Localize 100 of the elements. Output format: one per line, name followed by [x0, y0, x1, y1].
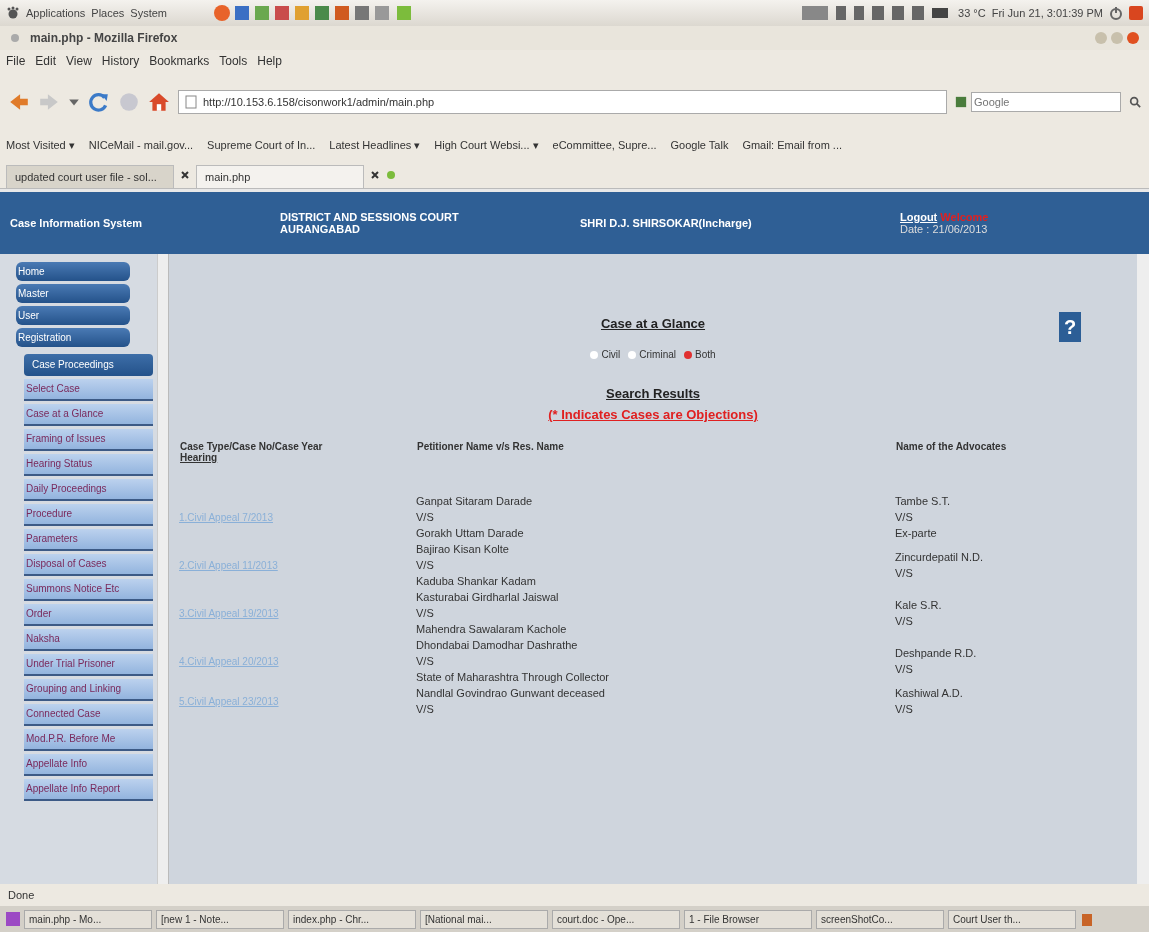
advocate-name: Zincurdepatil N.D.: [895, 550, 985, 565]
submenu-item[interactable]: Connected Case: [24, 704, 153, 726]
menu-button[interactable]: Master: [16, 284, 130, 303]
status-text: Done: [8, 889, 35, 901]
submenu-item[interactable]: Appellate Info: [24, 754, 153, 776]
menu-button[interactable]: User: [16, 306, 130, 325]
search-engine-icon[interactable]: [955, 95, 967, 109]
submenu-item[interactable]: Framing of Issues: [24, 429, 153, 451]
browser-tab[interactable]: updated court user file - sol...: [6, 165, 174, 188]
submenu-item[interactable]: Procedure: [24, 504, 153, 526]
submenu-item[interactable]: Case at a Glance: [24, 404, 153, 426]
advocate-name: Kashiwal A.D.: [895, 686, 964, 701]
user-name: SHRI D.J. SHIRSOKAR(Incharge): [580, 217, 753, 229]
court-name: AURANGABAD: [280, 223, 362, 235]
column-header: Case Type/Case No/Case Year: [180, 441, 323, 452]
menu-item[interactable]: History: [101, 54, 140, 68]
menu-button[interactable]: Registration: [16, 328, 130, 347]
power-icon[interactable]: [1109, 6, 1123, 20]
submenu-item[interactable]: Naksha: [24, 629, 153, 651]
submenu-item[interactable]: Hearing Status: [24, 454, 153, 476]
menu-item[interactable]: Help: [257, 54, 282, 68]
clock-text[interactable]: Fri Jun 21, 3:01:39 PM: [991, 7, 1103, 19]
launcher-icons-drawing[interactable]: [213, 4, 414, 22]
panel-menu[interactable]: System: [130, 7, 168, 19]
status-text: Welcome: [940, 211, 989, 223]
submenu-item[interactable]: Grouping and Linking: [24, 679, 153, 701]
bookmark-item[interactable]: Google Talk: [670, 139, 729, 151]
foot-icon: [6, 6, 20, 20]
window-controls-drawing[interactable]: [1093, 30, 1141, 46]
window-title: main.php - Mozilla Firefox: [30, 31, 178, 45]
submenu-item[interactable]: Mod.P.R. Before Me: [24, 729, 153, 751]
petitioner-name: Dhondabai Damodhar Dashrathe: [416, 638, 579, 653]
respondent-name: Mahendra Sawalaram Kachole: [416, 622, 568, 637]
new-tab-icon[interactable]: [386, 170, 396, 180]
versus-text: V/S: [416, 606, 435, 621]
taskbar-button[interactable]: index.php - Chr...: [288, 909, 416, 929]
bookmark-item[interactable]: Most Visited ▾: [6, 138, 75, 152]
menu-item[interactable]: Bookmarks: [149, 54, 210, 68]
taskbar-button[interactable]: court.doc - Ope...: [552, 909, 680, 929]
menu-button[interactable]: Home: [16, 262, 130, 281]
submenu-item[interactable]: Under Trial Prisoner: [24, 654, 153, 676]
scrollbar[interactable]: [1137, 254, 1149, 884]
search-field[interactable]: Google: [971, 92, 1121, 112]
panel-menu[interactable]: Places: [91, 7, 125, 19]
submenu-item[interactable]: Disposal of Cases: [24, 554, 153, 576]
column-header: Petitioner Name v/s Res. Name: [417, 441, 564, 452]
submenu-item[interactable]: Order: [24, 604, 153, 626]
menu-item[interactable]: View: [66, 54, 92, 68]
respondent-name: State of Maharashtra Through Collector: [416, 670, 610, 685]
versus-text: V/S: [895, 510, 914, 525]
search-icon[interactable]: [1129, 96, 1141, 108]
column-header[interactable]: Hearing: [180, 452, 218, 463]
logout-link[interactable]: Logout: [900, 211, 938, 223]
petitioner-name: Nandlal Govindrao Gunwant deceased: [416, 686, 606, 701]
taskbar-button[interactable]: main.php - Mo...: [24, 909, 152, 929]
panel-menu[interactable]: Applications: [26, 7, 86, 19]
respondent-name: Kaduba Shankar Kadam: [416, 574, 537, 589]
menu-item[interactable]: Tools: [219, 54, 248, 68]
address-field[interactable]: http://10.153.6.158/cisonwork1/admin/main.php: [178, 90, 947, 114]
taskbar-button[interactable]: Court User th...: [948, 909, 1076, 929]
submenu-item[interactable]: Select Case: [24, 379, 153, 401]
submenu-header[interactable]: Case Proceedings: [24, 354, 153, 376]
versus-text: V/S: [895, 614, 914, 629]
menu-item[interactable]: File: [6, 54, 26, 68]
submenu-item[interactable]: Appellate Info Report: [24, 779, 153, 801]
help-button[interactable]: ?: [1059, 312, 1081, 342]
advocate-name: Kale S.R.: [895, 598, 943, 613]
taskbar-button[interactable]: screenShotCo...: [816, 909, 944, 929]
submenu-item[interactable]: Parameters: [24, 529, 153, 551]
bookmark-item[interactable]: eCommittee, Supre...: [552, 139, 657, 151]
column-header: Name of the Advocates: [896, 441, 1007, 452]
respondent-name: Gorakh Uttam Darade: [416, 526, 525, 541]
versus-text: V/S: [416, 702, 435, 717]
radio-option[interactable]: Criminal: [628, 349, 676, 360]
menu-item[interactable]: Edit: [35, 54, 57, 68]
home-icon[interactable]: [148, 91, 170, 113]
bookmark-item[interactable]: NICeMail - mail.gov...: [88, 139, 194, 151]
taskbar-button[interactable]: [new 1 - Note...: [156, 909, 284, 929]
taskbar-button[interactable]: 1 - File Browser: [684, 909, 812, 929]
bookmark-item[interactable]: Latest Headlines ▾: [329, 138, 421, 152]
taskbar-button[interactable]: [National mai...: [420, 909, 548, 929]
advocate-name: Tambe S.T.: [895, 494, 952, 509]
reload-icon[interactable]: [88, 91, 110, 113]
radio-option[interactable]: Both: [684, 349, 716, 360]
app-title: Case Information System: [10, 217, 144, 229]
submenu-item[interactable]: Daily Proceedings: [24, 479, 153, 501]
bookmark-item[interactable]: Supreme Court of In...: [207, 139, 316, 151]
versus-text: V/S: [895, 702, 914, 717]
page-title: Case at a Glance: [600, 316, 706, 331]
objections-note: (* Indicates Cases are Objections): [548, 407, 758, 422]
scrollbar[interactable]: [157, 254, 168, 884]
browser-tab[interactable]: main.php: [196, 165, 364, 188]
petitioner-name: Bajirao Kisan Kolte: [416, 542, 510, 557]
versus-text: V/S: [416, 654, 435, 669]
versus-text: V/S: [416, 510, 435, 525]
petitioner-name: Ganpat Sitaram Darade: [416, 494, 534, 509]
bookmark-item[interactable]: Gmail: Email from ...: [742, 139, 842, 151]
radio-option[interactable]: Civil: [590, 349, 621, 360]
bookmark-item[interactable]: High Court Websi... ▾: [434, 138, 539, 152]
submenu-item[interactable]: Summons Notice Etc: [24, 579, 153, 601]
